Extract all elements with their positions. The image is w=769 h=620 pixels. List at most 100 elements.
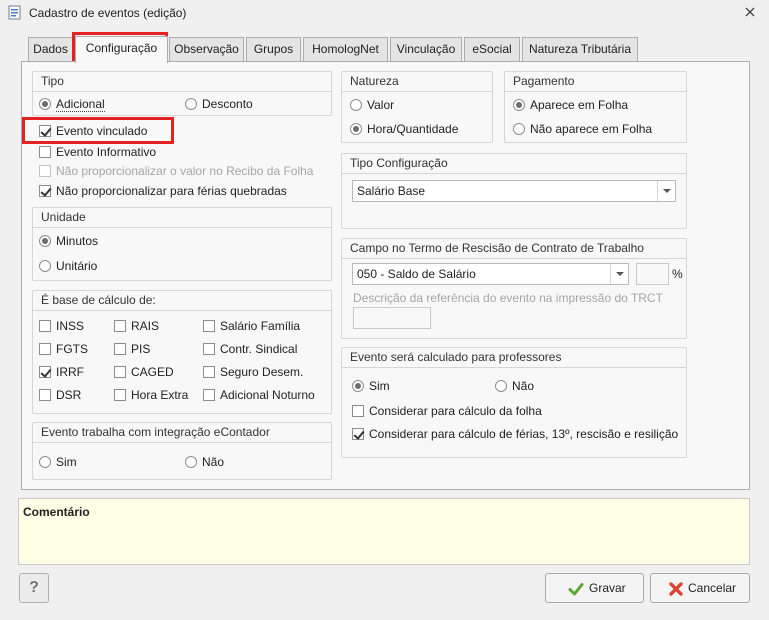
tab-observacao[interactable]: Observação [169, 37, 244, 62]
check-considerar-folha[interactable]: Considerar para cálculo da folha [352, 403, 542, 419]
radio-econtador-nao[interactable]: Não [185, 454, 224, 470]
radio-desconto[interactable]: Desconto [185, 96, 253, 112]
radio-econtador-sim-indicator[interactable] [39, 456, 51, 468]
tab-natureza-tributaria[interactable]: Natureza Tributária [522, 37, 638, 62]
check-considerar-ferias-label: Considerar para cálculo de férias, 13º, … [369, 427, 679, 441]
close-icon[interactable] [743, 5, 757, 19]
radio-nao-aparece-folha[interactable]: Não aparece em Folha [513, 121, 652, 137]
check-adicional-noturno-label: Adicional Noturno [220, 388, 315, 402]
tab-vinculacao[interactable]: Vinculação [390, 37, 462, 62]
check-nao-proporcionalizar-ferias[interactable]: Não proporcionalizar para férias quebrad… [39, 183, 287, 199]
check-caged[interactable]: CAGED [114, 364, 174, 380]
check-hora-extra-box[interactable] [114, 389, 126, 401]
help-button[interactable]: ? [19, 573, 49, 603]
radio-adicional-indicator[interactable] [39, 98, 51, 110]
radio-econtador-nao-label: Não [202, 455, 225, 469]
radio-aparece-folha-indicator[interactable] [513, 99, 525, 111]
radio-hora-quantidade[interactable]: Hora/Quantidade [350, 121, 458, 137]
check-considerar-ferias[interactable]: Considerar para cálculo de férias, 13º, … [352, 426, 678, 442]
radio-valor-indicator[interactable] [350, 99, 362, 111]
radio-minutos-indicator[interactable] [39, 235, 51, 247]
radio-professores-nao[interactable]: Não [495, 378, 534, 394]
radio-adicional[interactable]: Adicional [39, 96, 105, 112]
check-seguro-desem[interactable]: Seguro Desem. [203, 364, 303, 380]
radio-econtador-sim[interactable]: Sim [39, 454, 77, 470]
radio-professores-nao-indicator[interactable] [495, 380, 507, 392]
check-adicional-noturno[interactable]: Adicional Noturno [203, 387, 315, 403]
check-caged-box[interactable] [114, 366, 126, 378]
check-inss[interactable]: INSS [39, 318, 84, 334]
check-considerar-folha-label: Considerar para cálculo da folha [369, 404, 542, 418]
check-salario-familia-label: Salário Família [220, 319, 301, 333]
check-contr-sindical-box[interactable] [203, 343, 215, 355]
gravar-button[interactable]: Gravar [545, 573, 644, 603]
check-considerar-folha-box[interactable] [352, 405, 364, 417]
check-nao-proporcionalizar-ferias-box[interactable] [39, 185, 51, 197]
check-fgts-label: FGTS [56, 342, 88, 356]
radio-nao-aparece-folha-indicator[interactable] [513, 123, 525, 135]
check-dsr-box[interactable] [39, 389, 51, 401]
tipo-configuracao-value: Salário Base [357, 184, 426, 198]
form-icon [8, 5, 21, 20]
tipo-group: Tipo Adicional Desconto [32, 71, 332, 116]
check-irrf-box[interactable] [39, 366, 51, 378]
radio-desconto-indicator[interactable] [185, 98, 197, 110]
pagamento-title: Pagamento [505, 72, 686, 92]
check-salario-familia-box[interactable] [203, 320, 215, 332]
check-pis[interactable]: PIS [114, 341, 150, 357]
check-evento-informativo-box[interactable] [39, 146, 51, 158]
radio-minutos[interactable]: Minutos [39, 233, 98, 249]
check-salario-familia[interactable]: Salário Família [203, 318, 300, 334]
radio-adicional-label: Adicional [56, 97, 105, 112]
check-evento-informativo[interactable]: Evento Informativo [39, 144, 156, 160]
check-fgts-box[interactable] [39, 343, 51, 355]
check-irrf[interactable]: IRRF [39, 364, 84, 380]
natureza-group: Natureza Valor Hora/Quantidade [341, 71, 493, 143]
percent-symbol: % [672, 267, 683, 281]
radio-aparece-folha[interactable]: Aparece em Folha [513, 97, 628, 113]
check-pis-box[interactable] [114, 343, 126, 355]
trct-percent-input[interactable] [636, 263, 669, 285]
tab-dados[interactable]: Dados [28, 37, 73, 62]
check-considerar-ferias-box[interactable] [352, 428, 364, 440]
chevron-down-icon[interactable] [657, 181, 675, 201]
radio-hora-quantidade-label: Hora/Quantidade [367, 122, 459, 136]
check-hora-extra[interactable]: Hora Extra [114, 387, 188, 403]
check-inss-box[interactable] [39, 320, 51, 332]
radio-professores-sim-indicator[interactable] [352, 380, 364, 392]
radio-valor-label: Valor [367, 98, 395, 112]
chevron-down-icon[interactable] [610, 264, 628, 284]
comentario-label: Comentário [23, 505, 90, 519]
check-contr-sindical[interactable]: Contr. Sindical [203, 341, 297, 357]
tab-grupos[interactable]: Grupos [246, 37, 301, 62]
trct-select[interactable]: 050 - Saldo de Salário [352, 263, 629, 285]
check-dsr[interactable]: DSR [39, 387, 81, 403]
comentario-box[interactable]: Comentário [18, 498, 750, 565]
trct-desc-label: Descrição da referência do evento na imp… [353, 291, 663, 305]
cancelar-button[interactable]: Cancelar [650, 573, 750, 603]
tipo-configuracao-select[interactable]: Salário Base [352, 180, 676, 202]
tab-esocial[interactable]: eSocial [464, 37, 520, 62]
check-seguro-desem-box[interactable] [203, 366, 215, 378]
radio-professores-sim[interactable]: Sim [352, 378, 390, 394]
check-rais[interactable]: RAIS [114, 318, 159, 334]
tab-homolognet[interactable]: HomologNet [303, 37, 388, 62]
check-rais-box[interactable] [114, 320, 126, 332]
radio-valor[interactable]: Valor [350, 97, 394, 113]
trct-desc-input[interactable] [353, 307, 431, 329]
radio-unitario-indicator[interactable] [39, 260, 51, 272]
radio-hora-quantidade-indicator[interactable] [350, 123, 362, 135]
radio-aparece-folha-label: Aparece em Folha [530, 98, 629, 112]
tab-configuracao[interactable]: Configuração [75, 36, 168, 63]
check-adicional-noturno-box[interactable] [203, 389, 215, 401]
cancelar-label: Cancelar [688, 581, 737, 595]
professores-title: Evento será calculado para professores [342, 348, 686, 368]
radio-unitario[interactable]: Unitário [39, 258, 97, 274]
tipo-title: Tipo [33, 72, 331, 92]
radio-econtador-nao-indicator[interactable] [185, 456, 197, 468]
check-pis-label: PIS [131, 342, 151, 356]
econtador-group: Evento trabalha com integração eContador… [32, 422, 332, 480]
check-irrf-label: IRRF [56, 365, 84, 379]
check-fgts[interactable]: FGTS [39, 341, 88, 357]
professores-group: Evento será calculado para professores S… [341, 347, 687, 458]
